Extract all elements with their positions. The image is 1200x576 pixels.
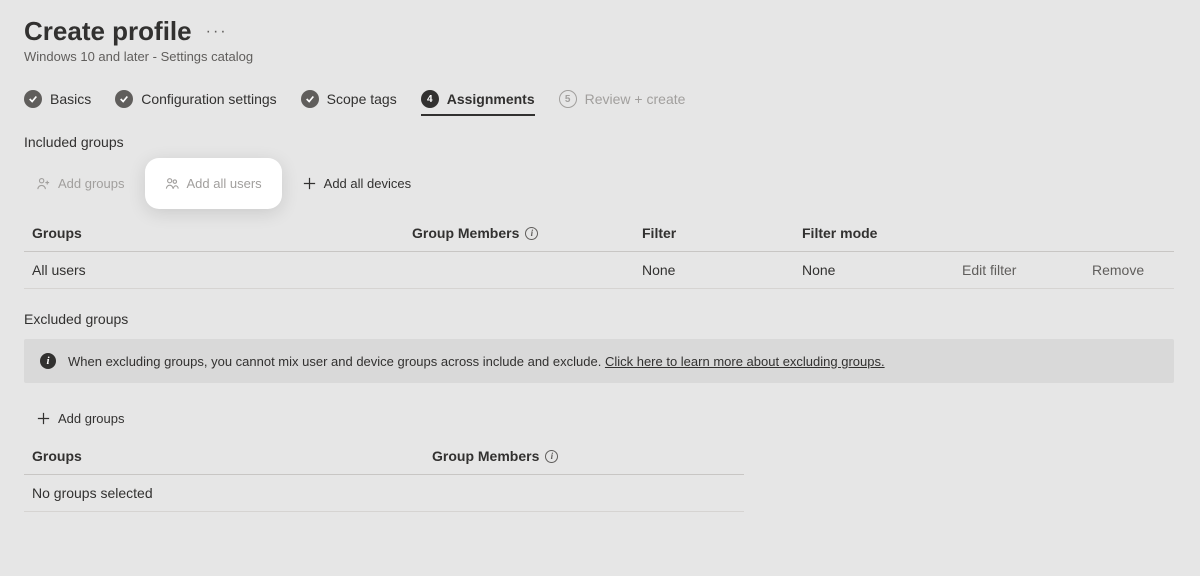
table-header-row: Groups Group Members i <box>24 442 744 475</box>
included-groups-label: Included groups <box>24 134 1176 150</box>
step-assignments[interactable]: 4 Assignments <box>421 90 535 116</box>
people-icon <box>165 176 180 191</box>
callout-link[interactable]: Click here to learn more about excluding… <box>605 354 885 369</box>
col-filter-mode: Filter mode <box>802 225 962 241</box>
add-all-users-button[interactable]: Add all users <box>145 158 282 209</box>
checkmark-icon <box>24 90 42 108</box>
button-label: Add all users <box>187 176 262 191</box>
page-subtitle: Windows 10 and later - Settings catalog <box>24 49 1176 64</box>
col-groups: Groups <box>32 448 432 464</box>
included-groups-table: Groups Group Members i Filter Filter mod… <box>24 219 1174 289</box>
step-label: Assignments <box>447 91 535 107</box>
step-basics[interactable]: Basics <box>24 90 91 116</box>
included-action-bar: Add groups Add all users Add all devices <box>24 158 1176 209</box>
cell-filter-mode: None <box>802 262 962 278</box>
add-groups-button[interactable]: Add groups <box>24 168 137 199</box>
step-scope-tags[interactable]: Scope tags <box>301 90 397 116</box>
excluded-add-groups-button[interactable]: Add groups <box>24 403 137 434</box>
col-label: Group Members <box>412 225 519 241</box>
step-label: Review + create <box>585 91 686 107</box>
col-group-members: Group Members i <box>412 225 642 241</box>
step-label: Configuration settings <box>141 91 276 107</box>
step-number-icon: 4 <box>421 90 439 108</box>
remove-link[interactable]: Remove <box>1092 262 1182 278</box>
plus-icon <box>36 411 51 426</box>
step-number-icon: 5 <box>559 90 577 108</box>
col-filter: Filter <box>642 225 802 241</box>
table-header-row: Groups Group Members i Filter Filter mod… <box>24 219 1174 252</box>
checkmark-icon <box>301 90 319 108</box>
more-icon[interactable]: ··· <box>206 24 228 40</box>
person-add-icon <box>36 176 51 191</box>
cell-filter: None <box>642 262 802 278</box>
table-row: All users None None Edit filter Remove <box>24 252 1174 289</box>
step-review-create[interactable]: 5 Review + create <box>559 90 686 116</box>
info-icon[interactable]: i <box>545 450 558 463</box>
excluded-info-callout: i When excluding groups, you cannot mix … <box>24 339 1174 383</box>
step-configuration-settings[interactable]: Configuration settings <box>115 90 276 116</box>
callout-text: When excluding groups, you cannot mix us… <box>68 354 885 369</box>
step-label: Basics <box>50 91 91 107</box>
col-label: Group Members <box>432 448 539 464</box>
button-label: Add all devices <box>324 176 411 191</box>
info-icon[interactable]: i <box>525 227 538 240</box>
button-label: Add groups <box>58 176 125 191</box>
empty-row: No groups selected <box>24 475 744 512</box>
step-label: Scope tags <box>327 91 397 107</box>
add-all-devices-button[interactable]: Add all devices <box>290 168 423 199</box>
checkmark-icon <box>115 90 133 108</box>
col-groups: Groups <box>32 225 412 241</box>
button-label: Add groups <box>58 411 125 426</box>
wizard-steps: Basics Configuration settings Scope tags… <box>24 90 1176 116</box>
page-title: Create profile <box>24 16 192 47</box>
excluded-groups-table: Groups Group Members i No groups selecte… <box>24 442 744 512</box>
cell-group: All users <box>32 262 412 278</box>
col-group-members: Group Members i <box>432 448 752 464</box>
edit-filter-link[interactable]: Edit filter <box>962 262 1092 278</box>
plus-icon <box>302 176 317 191</box>
callout-static: When excluding groups, you cannot mix us… <box>68 354 605 369</box>
excluded-groups-label: Excluded groups <box>24 311 1176 327</box>
info-filled-icon: i <box>40 353 56 369</box>
